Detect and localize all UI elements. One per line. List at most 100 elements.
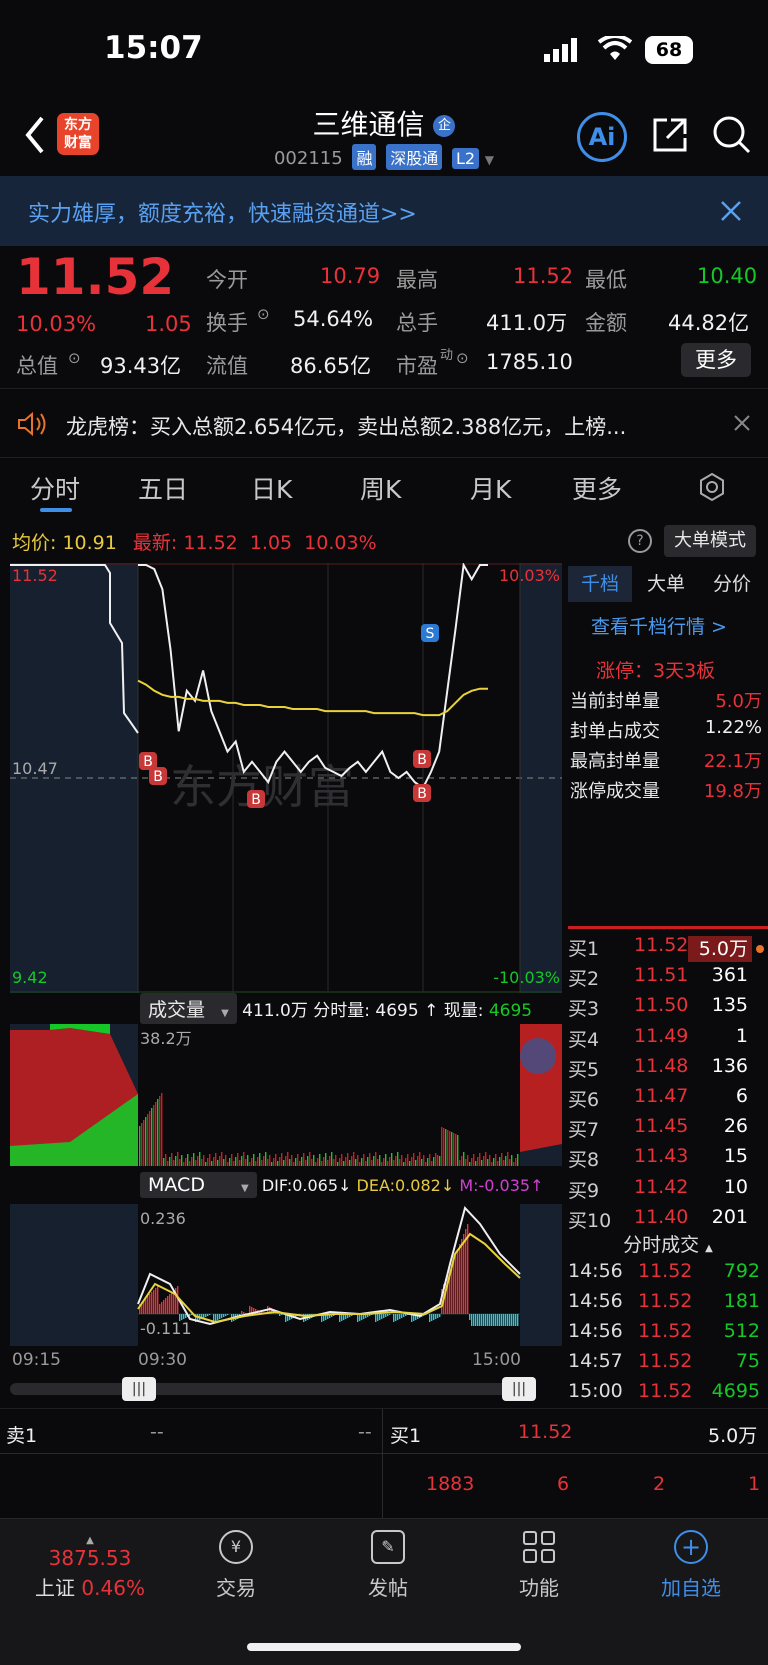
tab-weekly[interactable]: 周K — [360, 470, 401, 506]
close-icon[interactable] — [720, 200, 742, 222]
limit-label: 涨停成交量 — [570, 781, 660, 802]
macd-bar — [227, 1314, 229, 1315]
volume-bar — [147, 1114, 149, 1166]
help-icon[interactable]: ? — [628, 529, 652, 553]
bid-price: 11.50 — [634, 994, 689, 1017]
volume-bar — [219, 1156, 221, 1166]
volume-bar — [217, 1160, 219, 1166]
bid-row[interactable]: 买4 11.49 1 — [568, 1025, 768, 1055]
bid-row[interactable]: 买3 11.50 135 — [568, 994, 768, 1024]
macd-bar — [217, 1314, 219, 1320]
tick-price: 11.52 — [638, 1260, 693, 1282]
notice-bar[interactable]: 龙虎榜：买入总额2.654亿元，卖出总额2.388亿元，上榜... — [0, 388, 768, 458]
range-slider-left-handle[interactable]: ||| — [122, 1377, 156, 1401]
tick-price: 11.52 — [638, 1380, 693, 1402]
wifi-icon — [597, 34, 633, 62]
volume-bar — [437, 1155, 439, 1166]
volume-bar — [235, 1157, 237, 1166]
amount-label: 金额 — [585, 311, 627, 335]
volume-bar — [307, 1156, 309, 1166]
macd-bar — [395, 1314, 397, 1321]
range-slider-track[interactable] — [10, 1383, 535, 1395]
bid-row[interactable]: 买7 11.45 26 — [568, 1115, 768, 1145]
volume-bar — [467, 1155, 469, 1166]
macd-bar — [475, 1314, 477, 1326]
sell1-label: 卖1 — [6, 1425, 38, 1447]
level-link[interactable]: 查看千档行情 > — [591, 612, 727, 639]
volume-bar — [339, 1158, 341, 1166]
tab-intraday[interactable]: 分时 — [30, 470, 80, 506]
volume-chart[interactable]: 38.2万 — [10, 1024, 562, 1166]
macd-chart[interactable]: 0.236 -0.111 — [10, 1204, 562, 1346]
volume-header: 成交量 ▼ 411.0万 分时量: 4695 ↑ 现量: 4695 — [140, 993, 532, 1024]
bid-row[interactable]: 买1 11.52 5.0万 — [568, 934, 768, 964]
nav-add-watchlist[interactable]: + 加自选 — [631, 1530, 751, 1601]
promo-banner[interactable]: 实力雄厚，额度充裕，快速融资通道>> — [0, 176, 768, 246]
close-icon[interactable] — [734, 415, 750, 431]
ai-button[interactable]: Ai — [577, 112, 627, 162]
side-tab-level[interactable]: 千档 — [568, 566, 632, 602]
nav-functions[interactable]: 功能 — [479, 1530, 599, 1601]
volume-selector[interactable]: 成交量 ▼ — [140, 993, 237, 1024]
macd-bar — [479, 1314, 481, 1326]
macd-bar — [511, 1314, 513, 1326]
macd-bar — [483, 1314, 485, 1326]
more-button[interactable]: 更多 — [681, 343, 751, 377]
side-tab-price[interactable]: 分价 — [700, 566, 764, 602]
big-order-mode-button[interactable]: 大单模式 — [664, 525, 756, 557]
tab-monthly[interactable]: 月K — [470, 470, 511, 506]
macd-bar — [403, 1314, 405, 1317]
settings-icon[interactable] — [697, 472, 727, 502]
bid-row[interactable]: 买2 11.51 361 — [568, 964, 768, 994]
volume-bar — [421, 1159, 423, 1166]
macd-bar — [359, 1314, 361, 1321]
bid-volume: 136 — [711, 1054, 748, 1077]
volume-bar — [485, 1152, 487, 1166]
macd-bar — [517, 1314, 519, 1326]
bid-row[interactable]: 买8 11.43 15 — [568, 1145, 768, 1175]
info-icon[interactable]: ⊙ — [456, 349, 469, 367]
nav-trade[interactable]: ¥ 交易 — [176, 1530, 296, 1601]
open-value: 10.79 — [320, 264, 381, 288]
intraday-chart[interactable]: 东方财富 BBBBBS 11.52 10.47 9.42 10.03% -10.… — [10, 563, 562, 993]
chevron-down-icon[interactable]: ▼ — [485, 153, 494, 167]
tab-more[interactable]: 更多 — [572, 470, 622, 506]
nav-post[interactable]: ✎ 发帖 — [328, 1530, 448, 1601]
index-pct: 0.46% — [81, 1576, 145, 1600]
tick-volume: 181 — [723, 1290, 760, 1312]
tick-time: 14:56 — [568, 1320, 623, 1342]
bid-row[interactable]: 买6 11.47 6 — [568, 1085, 768, 1115]
volume-bar — [473, 1154, 475, 1166]
tab-5day[interactable]: 五日 — [138, 470, 188, 506]
macd-bar — [515, 1314, 517, 1326]
info-icon[interactable]: ⊙ — [257, 305, 270, 323]
marker-label: S — [426, 626, 435, 642]
enterprise-badge: 企 — [433, 115, 456, 137]
volume-bar — [289, 1159, 291, 1166]
macd-selector[interactable]: MACD ▼ — [140, 1172, 257, 1198]
index-widget[interactable]: ▲ 3875.53 上证 0.46% — [20, 1535, 160, 1601]
volume-bar — [273, 1158, 275, 1166]
macd-bar — [375, 1314, 377, 1322]
tab-daily[interactable]: 日K — [251, 470, 292, 506]
share-icon[interactable] — [651, 116, 689, 154]
pct-bot-label: -10.03% — [493, 968, 560, 987]
range-slider-right-handle[interactable]: ||| — [502, 1377, 536, 1401]
search-icon[interactable] — [712, 114, 752, 156]
bid-row[interactable]: 买5 11.48 136 — [568, 1055, 768, 1085]
macd-bar — [221, 1314, 223, 1318]
bid-row[interactable]: 买9 11.42 10 — [568, 1176, 768, 1206]
macd-bar — [489, 1314, 491, 1326]
side-tab-bigorder[interactable]: 大单 — [634, 566, 698, 602]
info-icon[interactable]: ⊙ — [68, 349, 81, 367]
mktcap-label: 总值 — [16, 354, 58, 378]
volume-bar — [301, 1157, 303, 1166]
expand-icon[interactable] — [520, 1038, 556, 1074]
limit-value: 22.1万 — [703, 751, 762, 772]
tag-l2: L2 — [451, 148, 480, 169]
ticks-header[interactable]: 分时成交 ▲ — [568, 1230, 768, 1257]
volume-bar — [143, 1120, 145, 1166]
mktcap-value: 93.43亿 — [100, 354, 182, 378]
volume-bar — [291, 1155, 293, 1166]
tag-connect: 深股通 — [386, 144, 443, 170]
